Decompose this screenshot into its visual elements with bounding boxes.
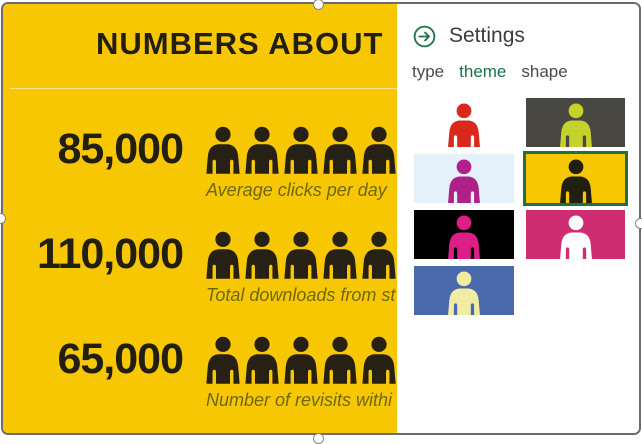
person-icon (557, 103, 594, 147)
theme-swatch-grid (414, 98, 625, 315)
infographic-canvas: NUMBERS ABOUT 85,000 Average clicks per … (3, 4, 399, 433)
resize-handle-right[interactable] (635, 218, 642, 229)
tab-type[interactable]: type (412, 62, 444, 82)
stat-caption: Average clicks per day (206, 180, 387, 201)
person-icon (446, 215, 483, 259)
settings-tabs: type theme shape (412, 62, 568, 82)
person-icon (360, 126, 398, 174)
visual-frame[interactable]: NUMBERS ABOUT 85,000 Average clicks per … (1, 2, 641, 435)
person-icon (360, 231, 398, 279)
tab-theme[interactable]: theme (459, 62, 506, 82)
theme-swatch[interactable] (414, 266, 514, 315)
stat-caption: Total downloads from st (206, 285, 395, 306)
theme-swatch[interactable] (414, 154, 514, 203)
stat-value: 110,000 (3, 233, 183, 276)
person-icon (321, 126, 359, 174)
stat-value: 85,000 (3, 128, 183, 171)
person-icon (204, 126, 242, 174)
person-icon (360, 336, 398, 384)
settings-title: Settings (449, 24, 525, 48)
theme-swatch-selected[interactable] (526, 154, 625, 203)
person-icon (446, 271, 483, 315)
settings-panel: Settings type theme shape (397, 4, 639, 433)
theme-swatch[interactable] (414, 98, 514, 147)
theme-swatch[interactable] (414, 210, 514, 259)
infographic-title: NUMBERS ABOUT (96, 26, 383, 62)
person-icon (204, 336, 242, 384)
stat-caption: Number of revisits withi (206, 390, 392, 411)
person-icon (321, 336, 359, 384)
person-icon (243, 231, 281, 279)
stat-value: 65,000 (3, 338, 183, 381)
resize-handle-bottom[interactable] (313, 433, 324, 444)
tab-shape[interactable]: shape (521, 62, 567, 82)
person-icon-row (204, 126, 399, 174)
person-icon (243, 126, 281, 174)
person-icon (282, 336, 320, 384)
title-divider (10, 88, 399, 89)
person-icon (204, 231, 242, 279)
person-icon (282, 231, 320, 279)
theme-swatch[interactable] (526, 210, 625, 259)
stat-row: 110,000 Total downloads from st (3, 227, 399, 327)
person-icon (243, 336, 281, 384)
person-icon (282, 126, 320, 174)
person-icon (557, 159, 594, 205)
arrow-right-circle-icon[interactable] (413, 25, 436, 48)
person-icon (446, 159, 483, 203)
theme-swatch[interactable] (526, 98, 625, 147)
stat-row: 65,000 Number of revisits withi (3, 332, 399, 432)
settings-header: Settings (413, 24, 525, 48)
stat-row: 85,000 Average clicks per day (3, 122, 399, 222)
person-icon (557, 215, 594, 259)
person-icon-row (204, 231, 399, 279)
person-icon (321, 231, 359, 279)
person-icon (446, 103, 483, 147)
person-icon-row (204, 336, 399, 384)
